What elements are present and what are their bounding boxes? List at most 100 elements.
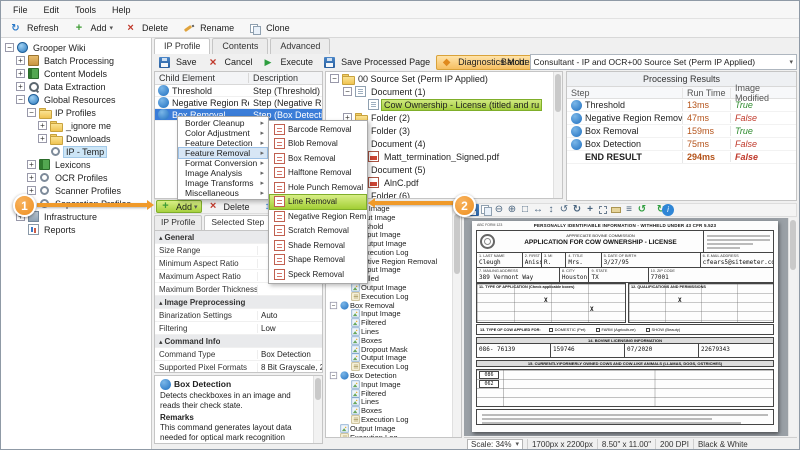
toolbar-button[interactable]: Refresh bbox=[5, 21, 67, 36]
diagnostics-tree-item[interactable]: Input Image bbox=[326, 380, 461, 389]
tab[interactable]: Selected Step bbox=[204, 215, 271, 230]
tab[interactable]: IP Profile bbox=[154, 38, 210, 54]
tab[interactable]: IP Profile bbox=[154, 215, 202, 230]
tree-item[interactable]: Downloads bbox=[1, 132, 151, 145]
batch-tree-item[interactable]: Document (1) bbox=[326, 85, 562, 98]
diagnostics-tree-item[interactable]: Lines bbox=[326, 398, 461, 407]
refresh-icon[interactable] bbox=[649, 204, 661, 216]
property-row[interactable]: Supported Pixel Formats 8 Bit Grayscale,… bbox=[155, 361, 322, 373]
diagnostics-tree-item[interactable]: Input Image bbox=[326, 310, 461, 319]
menu-item[interactable]: Tools bbox=[67, 3, 104, 17]
tree-item[interactable]: Content Models bbox=[1, 67, 151, 80]
diagnostics-tree-item[interactable]: Dropout Mask bbox=[326, 345, 461, 354]
result-row[interactable]: Box Removal 159ms True bbox=[567, 125, 796, 138]
document-viewer[interactable]: ABC FORM 123 PERSONALLY IDENTIFIABLE INF… bbox=[464, 218, 797, 436]
diagnostics-tree-item[interactable]: Box Removal bbox=[326, 301, 461, 310]
diagnostics-tree-item[interactable]: Boxes bbox=[326, 336, 461, 345]
tab[interactable]: Advanced bbox=[270, 38, 330, 54]
property-row[interactable]: Command Info bbox=[155, 335, 322, 348]
tree-item[interactable]: IP Profiles bbox=[1, 106, 151, 119]
anchored-omr-link[interactable]: Anchored OMR bbox=[253, 443, 308, 444]
submenu-item[interactable]: Box Removal bbox=[270, 151, 366, 166]
tree-expander-icon[interactable] bbox=[330, 74, 339, 83]
toolbar-button[interactable]: Delete bbox=[120, 21, 176, 36]
step-row[interactable]: Threshold Step (Threshold) bbox=[155, 85, 322, 97]
ruler-icon[interactable] bbox=[610, 204, 622, 216]
tree-expander-icon[interactable] bbox=[27, 173, 36, 182]
menu-item[interactable]: Edit bbox=[36, 3, 68, 17]
select-icon[interactable] bbox=[597, 204, 609, 216]
tree-expander-icon[interactable] bbox=[16, 56, 25, 65]
submenu-item[interactable]: Negative Region Removal bbox=[270, 209, 366, 224]
zoom-in-icon[interactable] bbox=[506, 204, 518, 216]
scrollbar[interactable] bbox=[788, 218, 797, 436]
context-menu-item[interactable]: Feature Detection bbox=[179, 138, 267, 148]
tree-expander-icon[interactable] bbox=[343, 87, 352, 96]
submenu-item[interactable]: Halftone Removal bbox=[270, 166, 366, 181]
diagnostics-tree-item[interactable]: Filtered bbox=[326, 318, 461, 327]
property-value[interactable]: Auto bbox=[258, 311, 322, 320]
property-row[interactable]: Image Preprocessing bbox=[155, 296, 322, 309]
toolbar-button[interactable]: Add ▾ bbox=[69, 21, 119, 36]
result-row[interactable]: Threshold 13ms True bbox=[567, 99, 796, 112]
diagnostics-tree-item[interactable]: Output Image bbox=[326, 424, 461, 433]
property-row[interactable]: Binarization Settings Auto bbox=[155, 309, 322, 322]
tree-expander-icon[interactable] bbox=[38, 121, 47, 130]
tree-item[interactable]: Batch Processing bbox=[1, 54, 151, 67]
tree-item[interactable]: Global Resources bbox=[1, 93, 151, 106]
tree-expander-icon[interactable] bbox=[330, 372, 337, 379]
result-row[interactable]: END RESULT 294ms False bbox=[567, 151, 796, 164]
grid-column-description[interactable]: Description bbox=[249, 73, 322, 83]
scrollbar[interactable] bbox=[313, 376, 322, 443]
batch-tree-item[interactable]: Cow Ownership - License (titled and ru bbox=[326, 98, 562, 111]
tree-expander-icon[interactable] bbox=[38, 134, 47, 143]
tree-expander-icon[interactable] bbox=[27, 108, 36, 117]
tree-expander-icon[interactable] bbox=[27, 160, 36, 169]
submenu-item[interactable]: Shape Removal bbox=[270, 253, 366, 268]
tree-expander-icon[interactable] bbox=[5, 43, 14, 52]
zoom-out-icon[interactable] bbox=[493, 204, 505, 216]
diagnostics-tree-item[interactable]: Execution Log bbox=[326, 292, 461, 301]
action-button[interactable]: Cancel bbox=[203, 55, 258, 70]
toolbar-button[interactable]: Clone bbox=[244, 21, 298, 36]
context-menu-item[interactable]: Border Cleanup bbox=[179, 118, 267, 128]
result-row[interactable]: Box Detection 75ms False bbox=[567, 138, 796, 151]
fit-page-icon[interactable] bbox=[519, 204, 531, 216]
toolbar-button[interactable]: Rename bbox=[178, 21, 242, 36]
tree-item[interactable]: Data Extraction bbox=[1, 80, 151, 93]
layers-icon[interactable] bbox=[623, 204, 635, 216]
context-menu-item[interactable]: Miscellaneous bbox=[179, 188, 267, 198]
property-value[interactable]: 8 Bit Grayscale, 24 Bit RGB, 32 Bi bbox=[258, 363, 322, 372]
diagnostics-tree-item[interactable]: Boxes bbox=[326, 406, 461, 415]
property-row[interactable]: Maximum Border Thickness bbox=[155, 283, 322, 296]
tree-expander-icon[interactable] bbox=[330, 302, 337, 309]
diagnostics-tree-item[interactable]: Box Detection bbox=[326, 371, 461, 380]
fit-height-icon[interactable] bbox=[545, 204, 557, 216]
diagnostics-tree-item[interactable]: Execution Log bbox=[326, 415, 461, 424]
diagnostics-tree-item[interactable]: Output Image bbox=[326, 354, 461, 363]
submenu-item[interactable]: Scratch Removal bbox=[270, 224, 366, 239]
tree-expander-icon[interactable] bbox=[16, 69, 25, 78]
context-menu-item[interactable]: Feature Removal bbox=[179, 148, 267, 158]
tree-item[interactable]: IP - Temp bbox=[1, 145, 151, 158]
tree-expander-icon[interactable] bbox=[16, 95, 25, 104]
submenu-item[interactable]: Blob Removal bbox=[270, 137, 366, 152]
tree-item[interactable]: OCR Profiles bbox=[1, 171, 151, 184]
diagnostics-tree-item[interactable]: Execution Log bbox=[326, 433, 461, 438]
diagnostics-tree-item[interactable]: Filtered bbox=[326, 389, 461, 398]
result-row[interactable]: Negative Region Removal 47ms False bbox=[567, 112, 796, 125]
tree-expander-icon[interactable] bbox=[27, 186, 36, 195]
step-toolbar-button[interactable]: Add ▾ bbox=[156, 200, 202, 213]
step-toolbar-button[interactable]: Delete bbox=[204, 200, 256, 213]
step-row[interactable]: Negative Region Removal Step (Negative R… bbox=[155, 97, 322, 109]
tree-item[interactable]: _ignore me bbox=[1, 119, 151, 132]
fit-width-icon[interactable] bbox=[532, 204, 544, 216]
submenu-item[interactable]: Speck Removal bbox=[270, 267, 366, 282]
rotate-left-icon[interactable] bbox=[558, 204, 570, 216]
rotate-right-icon[interactable] bbox=[571, 204, 583, 216]
scale-selector[interactable]: Scale: 34% ▾ bbox=[467, 439, 523, 450]
property-value[interactable]: Low bbox=[258, 324, 322, 333]
property-value[interactable]: Box Detection bbox=[258, 350, 322, 359]
menu-item[interactable]: Help bbox=[104, 3, 139, 17]
context-menu-item[interactable]: Color Adjustment bbox=[179, 128, 267, 138]
